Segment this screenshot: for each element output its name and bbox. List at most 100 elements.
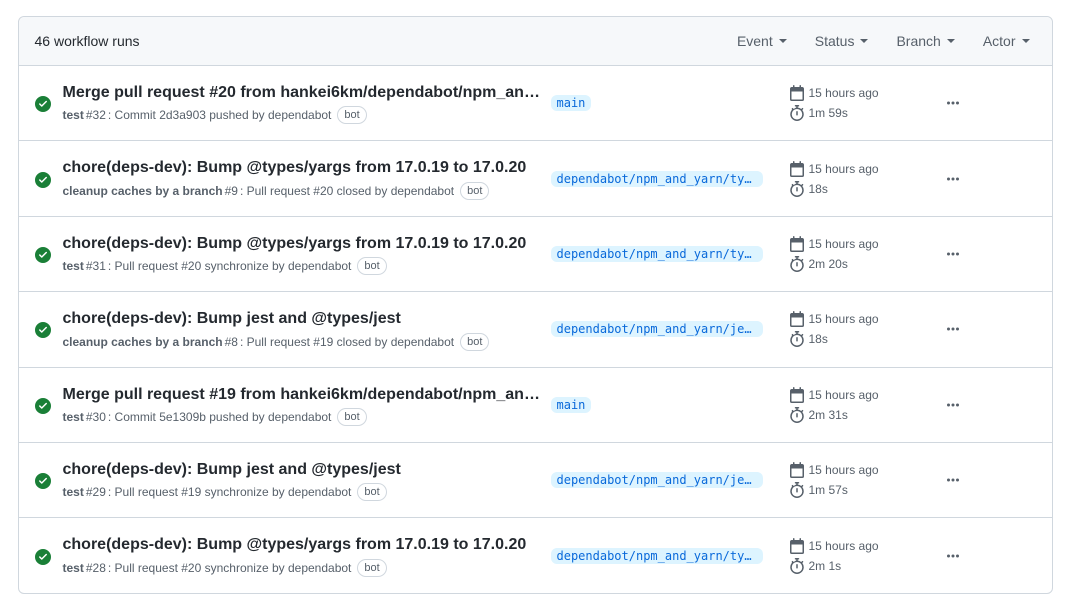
stopwatch-icon — [789, 331, 805, 347]
branch-label[interactable]: main — [551, 95, 592, 111]
run-title[interactable]: chore(deps-dev): Bump @types/yargs from … — [63, 534, 543, 556]
duration: 1m 57s — [809, 483, 848, 497]
meta-col: 15 hours ago 1m 59s — [789, 85, 929, 121]
branch-label[interactable]: dependabot/npm_and_yarn/typ… — [551, 246, 763, 262]
duration-line: 1m 57s — [789, 482, 929, 498]
time-ago: 15 hours ago — [809, 86, 879, 100]
kebab-icon — [945, 246, 961, 262]
duration: 2m 20s — [809, 257, 848, 271]
branch-col: main — [551, 95, 781, 111]
run-title[interactable]: chore(deps-dev): Bump jest and @types/je… — [63, 459, 543, 481]
run-number: #31 — [86, 257, 106, 275]
status-col — [35, 245, 55, 263]
run-row: chore(deps-dev): Bump jest and @types/je… — [19, 292, 1052, 367]
filter-actor[interactable]: Actor — [983, 33, 1030, 49]
meta-col: 15 hours ago 2m 20s — [789, 236, 929, 272]
stopwatch-icon — [789, 105, 805, 121]
row-actions-button[interactable] — [939, 167, 967, 191]
workflow-name[interactable]: cleanup caches by a branch — [63, 182, 223, 200]
actions-col — [937, 167, 967, 191]
branch-label[interactable]: dependabot/npm_and_yarn/typ… — [551, 548, 763, 564]
kebab-icon — [945, 321, 961, 337]
calendar-icon — [789, 85, 805, 101]
filter-branch[interactable]: Branch — [896, 33, 954, 49]
time-ago-line: 15 hours ago — [789, 311, 929, 327]
time-ago: 15 hours ago — [809, 388, 879, 402]
filter-label: Event — [737, 33, 773, 49]
duration-line: 18s — [789, 181, 929, 197]
row-actions-button[interactable] — [939, 393, 967, 417]
run-number: #29 — [86, 483, 106, 501]
row-actions-button[interactable] — [939, 317, 967, 341]
branch-label[interactable]: main — [551, 397, 592, 413]
status-col — [35, 320, 55, 338]
kebab-icon — [945, 472, 961, 488]
row-actions-button[interactable] — [939, 242, 967, 266]
calendar-icon — [789, 311, 805, 327]
run-title[interactable]: Merge pull request #20 from hankei6km/de… — [63, 82, 543, 104]
time-ago-line: 15 hours ago — [789, 236, 929, 252]
run-number: #30 — [86, 408, 106, 426]
branch-label[interactable]: dependabot/npm_and_yarn/typ… — [551, 171, 763, 187]
chevron-down-icon — [860, 39, 868, 43]
workflow-name[interactable]: test — [63, 483, 84, 501]
run-row: chore(deps-dev): Bump @types/yargs from … — [19, 217, 1052, 292]
run-title[interactable]: Merge pull request #19 from hankei6km/de… — [63, 384, 543, 406]
status-col — [35, 396, 55, 414]
run-main: chore(deps-dev): Bump jest and @types/je… — [63, 459, 543, 501]
run-row: Merge pull request #19 from hankei6km/de… — [19, 368, 1052, 443]
time-ago: 15 hours ago — [809, 237, 879, 251]
meta-col: 15 hours ago 2m 1s — [789, 538, 929, 574]
workflow-name[interactable]: cleanup caches by a branch — [63, 333, 223, 351]
meta-col: 15 hours ago 2m 31s — [789, 387, 929, 423]
filter-status[interactable]: Status — [815, 33, 869, 49]
run-description: : Pull request #19 synchronize by depend… — [108, 483, 352, 501]
duration-line: 2m 31s — [789, 407, 929, 423]
run-title[interactable]: chore(deps-dev): Bump jest and @types/je… — [63, 308, 543, 330]
workflow-name[interactable]: test — [63, 106, 84, 124]
meta-col: 15 hours ago 1m 57s — [789, 462, 929, 498]
time-ago-line: 15 hours ago — [789, 85, 929, 101]
row-actions-button[interactable] — [939, 544, 967, 568]
runs-list: Merge pull request #20 from hankei6km/de… — [19, 66, 1052, 593]
time-ago-line: 15 hours ago — [789, 462, 929, 478]
filter-event[interactable]: Event — [737, 33, 787, 49]
run-subline: cleanup caches by a branch #9: Pull requ… — [63, 182, 543, 200]
branch-col: dependabot/npm_and_yarn/typ… — [551, 171, 781, 187]
chevron-down-icon — [1022, 39, 1030, 43]
bot-badge: bot — [460, 182, 489, 200]
run-main: chore(deps-dev): Bump jest and @types/je… — [63, 308, 543, 350]
branch-col: dependabot/npm_and_yarn/jes… — [551, 472, 781, 488]
workflow-name[interactable]: test — [63, 559, 84, 577]
branch-label[interactable]: dependabot/npm_and_yarn/jes… — [551, 321, 763, 337]
filter-group: Event Status Branch Actor — [737, 33, 1036, 49]
workflow-name[interactable]: test — [63, 408, 84, 426]
duration-line: 2m 1s — [789, 558, 929, 574]
time-ago: 15 hours ago — [809, 312, 879, 326]
run-number: #32 — [86, 106, 106, 124]
kebab-icon — [945, 397, 961, 413]
status-col — [35, 94, 55, 112]
run-title[interactable]: chore(deps-dev): Bump @types/yargs from … — [63, 157, 543, 179]
calendar-icon — [789, 462, 805, 478]
row-actions-button[interactable] — [939, 468, 967, 492]
run-count: 46 workflow runs — [35, 33, 737, 49]
duration: 1m 59s — [809, 106, 848, 120]
branch-col: dependabot/npm_and_yarn/typ… — [551, 246, 781, 262]
run-title[interactable]: chore(deps-dev): Bump @types/yargs from … — [63, 233, 543, 255]
duration-line: 18s — [789, 331, 929, 347]
check-circle-icon — [35, 247, 51, 263]
run-description: : Pull request #19 closed by dependabot — [240, 333, 454, 351]
calendar-icon — [789, 387, 805, 403]
time-ago: 15 hours ago — [809, 539, 879, 553]
status-col — [35, 547, 55, 565]
status-col — [35, 170, 55, 188]
run-row: Merge pull request #20 from hankei6km/de… — [19, 66, 1052, 141]
run-number: #28 — [86, 559, 106, 577]
branch-col: main — [551, 397, 781, 413]
run-subline: test #31: Pull request #20 synchronize b… — [63, 257, 543, 275]
bot-badge: bot — [357, 559, 386, 577]
workflow-name[interactable]: test — [63, 257, 84, 275]
branch-label[interactable]: dependabot/npm_and_yarn/jes… — [551, 472, 763, 488]
row-actions-button[interactable] — [939, 91, 967, 115]
